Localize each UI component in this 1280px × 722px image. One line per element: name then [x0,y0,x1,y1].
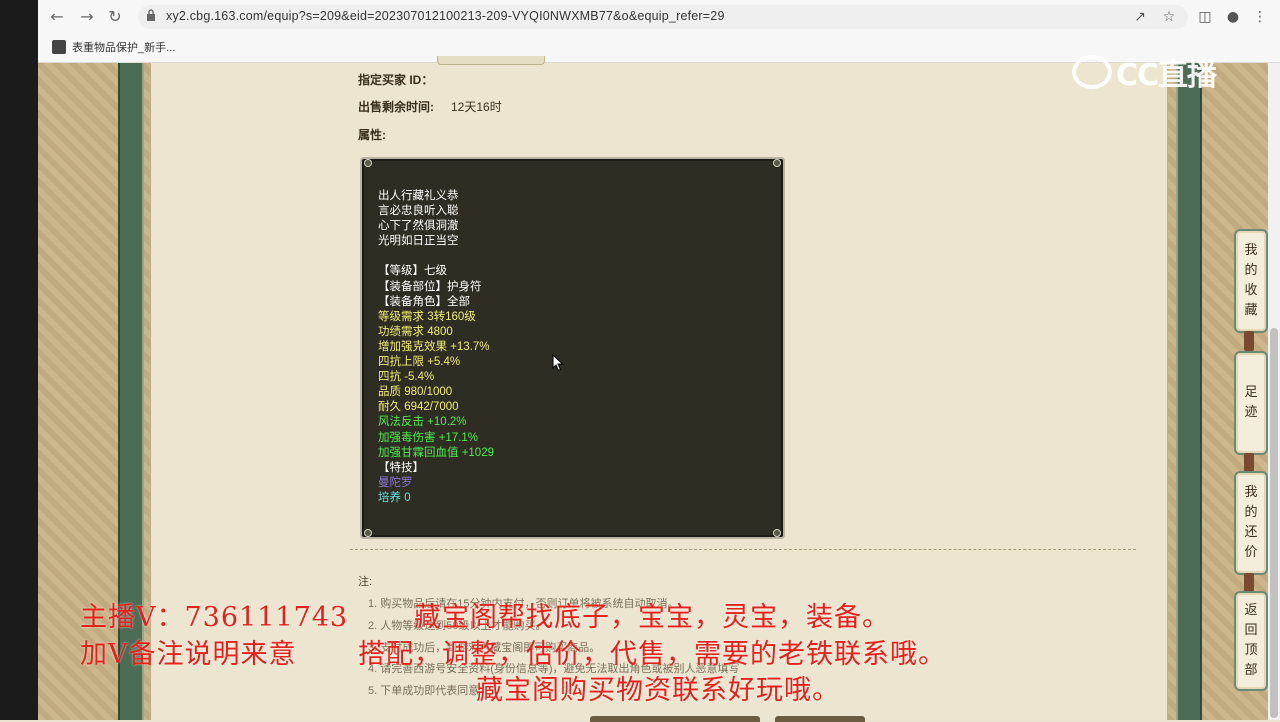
side-nav-my-favorites[interactable]: 我 的 收 藏 [1234,229,1268,333]
left-edge [0,0,38,720]
bookmark-icon [52,40,66,54]
profile-icon[interactable]: ● [1224,8,1242,26]
notes-title: 注: [358,576,373,588]
side-nav-char: 部 [1244,663,1258,678]
item-line: 【装备角色】全部 [378,295,470,308]
item-line: 光明如日正当空 [378,235,459,248]
item-line: 耐久 6942/7000 [378,401,459,414]
item-line: 四抗上限 +5.4% [378,356,461,369]
side-nav-footprints[interactable]: 足 迹 [1234,351,1268,455]
item-line [378,249,494,264]
share-icon[interactable]: ↗ [1131,8,1149,26]
panel-corner [364,529,372,537]
remaining-time-value: 12天16时 [451,100,502,114]
bookmark-label: 表重物品保护_新手... [72,42,176,54]
side-nav-char: 还 [1244,525,1258,540]
item-attributes-panel: 出人行藏礼义恭 言必忠良听入聪 心下了然俱洞澈 光明如日正当空 【等级】七级 【… [360,157,785,539]
forward-icon[interactable]: → [76,6,98,28]
item-line: 增加强克效果 +13.7% [378,340,490,353]
item-line: 功绩需求 4800 [378,325,453,338]
side-nav-char: 的 [1244,263,1258,278]
item-line: 品质 980/1000 [378,386,453,399]
mouse-cursor-icon [552,354,564,372]
lock-icon [147,9,155,21]
side-nav-back-to-top[interactable]: 返 回 顶 部 [1234,591,1268,691]
item-line: 加强毒伤害 +17.1% [378,431,479,444]
side-nav-char: 我 [1244,243,1258,258]
item-line: 言必忠良听入聪 [378,205,459,218]
url-text[interactable]: xy2.cbg.163.com/equip?s=209&eid=20230701… [166,9,725,23]
side-nav-char: 的 [1244,505,1258,520]
side-nav-char: 我 [1244,485,1258,500]
divider [350,549,1136,550]
star-icon[interactable]: ☆ [1160,8,1178,26]
note-item: 5. 下单成功即代表同意 [368,685,480,697]
item-line: 加强甘霖回血值 +1029 [378,446,494,459]
side-nav-char: 藏 [1244,303,1258,318]
side-nav-connector [1244,573,1254,593]
overlay-line-2a: 加V备注说明来意 [80,639,297,670]
buyer-id-label: 指定买家 ID： [358,73,434,87]
item-line: 出人行藏礼义恭 [378,190,459,202]
scrollbar-thumb[interactable] [1270,328,1278,718]
attributes-label: 属性: [358,128,386,142]
item-lines: 出人行藏礼义恭 言必忠良听入聪 心下了然俱洞澈 光明如日正当空 【等级】七级 【… [378,189,494,506]
item-line: 四抗 -5.4% [378,371,435,384]
remaining-time-label: 出售剩余时间: [358,100,434,114]
side-nav-char: 顶 [1244,643,1258,658]
overlay-line-2b: 搭配，调整，估价，代售，需要的老铁联系哦。 [358,639,946,670]
item-line: 心下了然俱洞澈 [378,220,459,233]
side-nav-char: 收 [1244,283,1258,298]
cc-live-watermark: CC直播 [1072,54,1217,93]
reload-icon[interactable]: ↻ [104,6,126,28]
overlay-line-1a: 主播V：736111743 [80,602,349,633]
item-line: 风法反击 +10.2% [378,416,467,429]
panel-corner [773,159,781,167]
cc-logo-icon [1072,55,1112,89]
side-nav-char: 价 [1244,545,1258,560]
panel-corner [364,159,372,167]
watermark-text: CC直播 [1116,58,1217,93]
menu-icon[interactable]: ⋮ [1251,8,1269,26]
side-nav-char: 迹 [1244,405,1258,420]
tab-edge [437,56,545,65]
item-line: 【等级】七级 [378,265,447,278]
bottom-button[interactable] [775,716,865,722]
side-nav-my-counteroffers[interactable]: 我 的 还 价 [1234,471,1268,575]
item-line: 等级需求 3转160级 [378,310,476,323]
back-icon[interactable]: ← [46,6,68,28]
side-nav-char: 回 [1244,623,1258,638]
sidebar-icon[interactable]: ◫ [1196,8,1214,26]
side-nav-connector [1244,453,1254,473]
side-nav-connector [1244,331,1254,351]
item-line: 【特技】 [378,461,424,474]
item-line: 曼陀罗 [378,476,413,489]
side-nav-char: 返 [1244,603,1258,618]
bookmark-item[interactable]: 表重物品保护_新手... [52,38,175,56]
item-line: 【装备部位】护身符 [378,280,482,293]
item-line: 培养 0 [378,491,411,504]
scrollbar[interactable] [1268,63,1280,720]
side-nav-char: 足 [1244,385,1258,400]
bottom-button[interactable] [590,716,760,722]
overlay-line-3: 藏宝阁购买物资联系好玩哦。 [476,675,840,706]
right-border-band [1176,63,1202,720]
panel-corner [773,529,781,537]
overlay-line-1b: 藏宝阁帮找底子，宝宝，灵宝，装备。 [414,602,890,633]
